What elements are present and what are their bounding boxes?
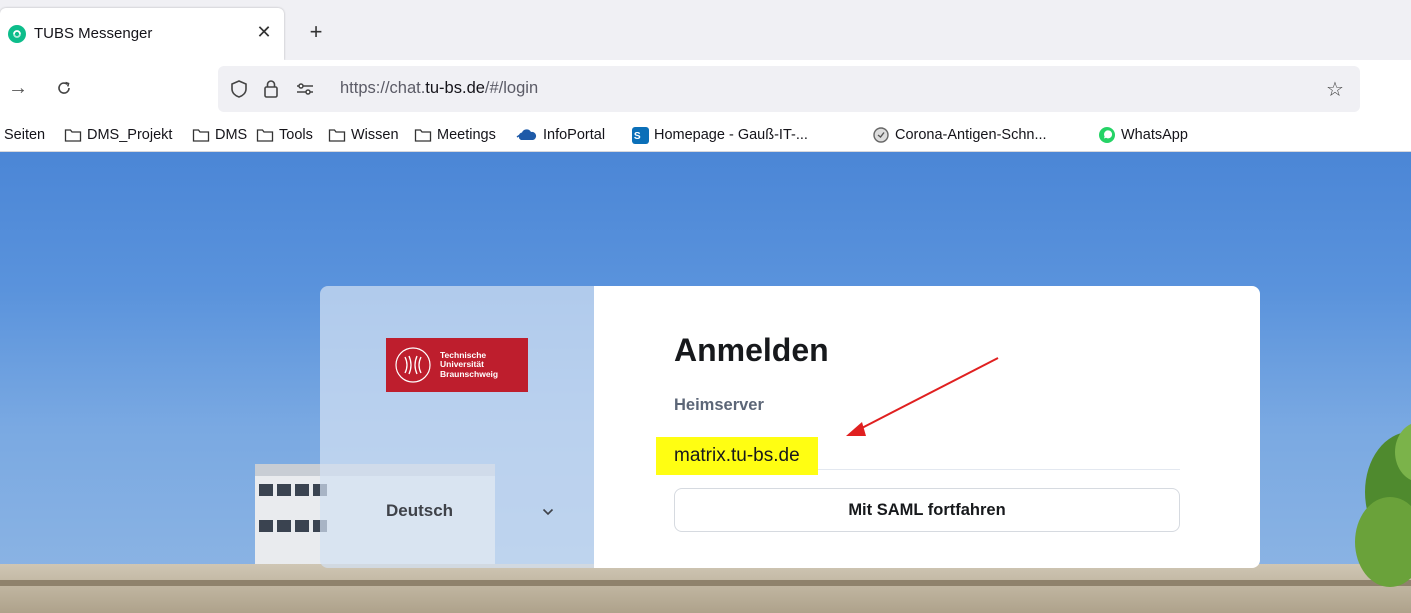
bookmark-wissen[interactable]: Wissen	[328, 125, 399, 145]
university-seal-icon	[395, 347, 431, 383]
tab-strip: TUBS Messenger ✕ +	[0, 0, 1411, 60]
homeserver-value: matrix.tu-bs.de	[656, 437, 818, 475]
url-bar[interactable]: https://chat.tu-bs.de/#/login ☆	[218, 66, 1360, 112]
tab-title: TUBS Messenger	[34, 25, 153, 42]
bookmark-seiten[interactable]: Seiten	[4, 125, 45, 145]
language-label: Deutsch	[386, 501, 454, 520]
folder-icon	[256, 129, 274, 142]
shield-icon	[873, 127, 889, 143]
bookmark-tools[interactable]: Tools	[256, 125, 313, 145]
cloud-icon	[516, 129, 537, 140]
homeserver-field[interactable]: matrix.tu-bs.de	[656, 437, 1180, 475]
saml-continue-button[interactable]: Mit SAML fortfahren	[674, 488, 1180, 532]
background-tree	[1355, 424, 1411, 587]
folder-icon	[414, 129, 432, 142]
permissions-icon[interactable]	[294, 78, 316, 100]
tu-braunschweig-logo: Technische Universität Braunschweig	[386, 338, 528, 392]
sharepoint-icon: S	[632, 126, 649, 144]
language-selector[interactable]: Deutsch	[340, 494, 576, 528]
nav-bar: → https://chat.tu-bs.de/#/login ☆	[0, 60, 1411, 116]
new-tab-button[interactable]: +	[302, 18, 330, 46]
login-card: Technische Universität Braunschweig Deut…	[320, 286, 1260, 568]
bookmark-meetings[interactable]: Meetings	[414, 125, 496, 145]
bookmark-whatsapp[interactable]: WhatsApp	[1098, 125, 1188, 145]
bookmark-homepage-gauss-it[interactable]: S Homepage - Gauß-IT-...	[632, 125, 808, 145]
bookmark-dms-projekt[interactable]: DMS_Projekt	[64, 125, 172, 145]
tab-tubs-messenger[interactable]: TUBS Messenger ✕	[0, 8, 284, 60]
lock-icon[interactable]	[260, 78, 282, 100]
folder-icon	[64, 129, 82, 142]
close-tab-icon[interactable]: ✕	[252, 20, 276, 44]
page-title: Anmelden	[674, 332, 829, 368]
folder-icon	[192, 129, 210, 142]
svg-text:S: S	[634, 131, 641, 142]
url-text[interactable]: https://chat.tu-bs.de/#/login	[340, 79, 538, 98]
homeserver-label: Heimserver	[674, 396, 764, 414]
bookmark-corona-antigen[interactable]: Corona-Antigen-Schn...	[872, 125, 1047, 145]
bookmark-dms[interactable]: DMS	[192, 125, 247, 145]
bookmark-star-icon[interactable]: ☆	[1324, 78, 1346, 101]
whatsapp-icon	[1099, 127, 1115, 143]
background-facade	[0, 564, 1411, 613]
login-card-sidebar: Technische Universität Braunschweig Deut…	[320, 286, 594, 568]
bookmarks-bar: Seiten DMS_Projekt DMS Tools Wissen Meet…	[0, 116, 1411, 152]
tracking-shield-icon[interactable]	[228, 78, 250, 100]
chevron-down-icon	[542, 503, 554, 519]
login-form: Anmelden Heimserver matrix.tu-bs.de Mit …	[594, 286, 1260, 568]
forward-icon[interactable]: →	[4, 74, 32, 102]
bookmark-infoportal[interactable]: InfoPortal	[516, 125, 605, 145]
reload-icon[interactable]	[50, 74, 78, 102]
folder-icon	[328, 129, 346, 142]
element-favicon-icon	[8, 25, 26, 43]
page-content: Technische Universität Braunschweig Deut…	[0, 152, 1411, 613]
